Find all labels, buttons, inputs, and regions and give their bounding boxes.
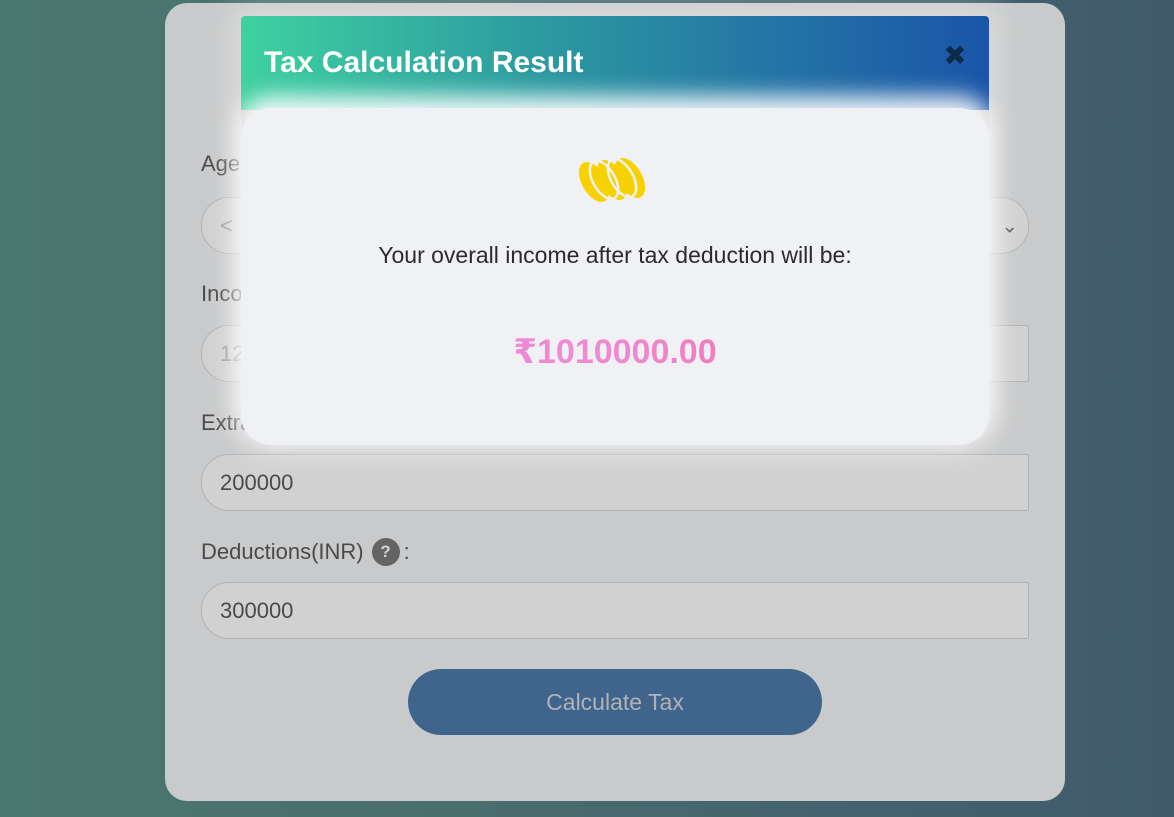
modal-body: Your overall income after tax deduction … (241, 108, 989, 445)
close-icon[interactable]: ✖ (943, 42, 967, 70)
modal-title: Tax Calculation Result (264, 46, 584, 79)
coins-icon (578, 157, 646, 202)
result-message: Your overall income after tax deduction … (378, 242, 852, 268)
modal-header: Tax Calculation Result ✖ (241, 16, 989, 110)
result-amount: ₹1010000.00 (241, 332, 989, 372)
tax-result-modal: Tax Calculation Result ✖ Your overall in… (241, 16, 989, 445)
